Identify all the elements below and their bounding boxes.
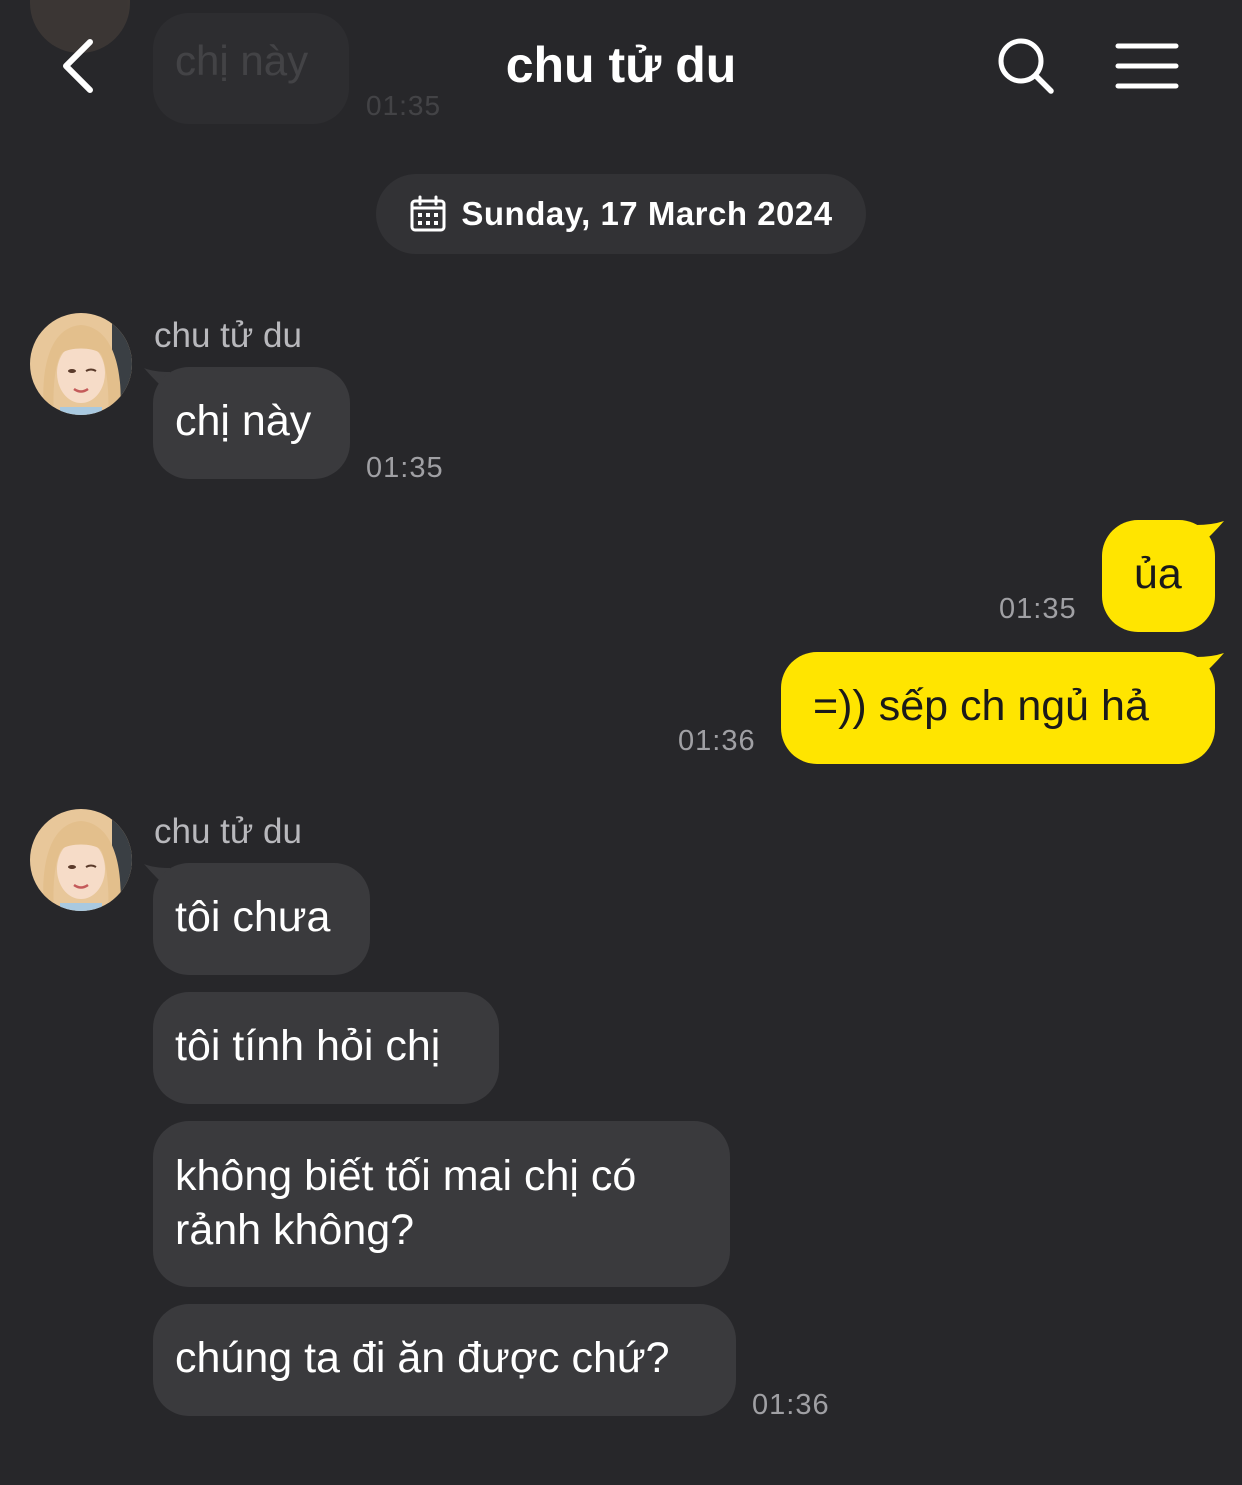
avatar-photo [30, 313, 132, 415]
bubble-tail [1196, 653, 1224, 679]
message-time: 01:36 [752, 1389, 830, 1421]
bubble-tail [1196, 521, 1224, 547]
sender-name: chu tử du [154, 316, 302, 355]
message-text: tôi chưa [175, 893, 331, 941]
avatar[interactable] [30, 313, 132, 415]
message-bubble-incoming[interactable]: tôi chưa [153, 863, 370, 975]
sender-name: chu tử du [154, 812, 302, 851]
chat-header: chu tử du [0, 0, 1242, 140]
search-icon [998, 38, 1054, 94]
message-text: tôi tính hỏi chị [175, 1022, 441, 1070]
menu-button[interactable] [1112, 38, 1182, 94]
message-bubble-incoming[interactable]: chị này [153, 367, 350, 479]
search-button[interactable] [994, 34, 1058, 98]
hamburger-menu-icon [1115, 43, 1179, 89]
avatar[interactable] [30, 809, 132, 911]
message-text: không biết tối mai chị có rảnh không? [175, 1152, 637, 1254]
message-text: ủa [1134, 550, 1182, 598]
message-text: =)) sếp ch ngủ hả [813, 682, 1149, 730]
message-time: 01:35 [366, 452, 444, 484]
message-time: 01:35 [999, 593, 1077, 625]
date-divider: Sunday, 17 March 2024 [376, 174, 866, 254]
date-label: Sunday, 17 March 2024 [461, 195, 833, 232]
message-bubble-incoming[interactable]: tôi tính hỏi chị [153, 992, 499, 1104]
message-bubble-incoming[interactable]: không biết tối mai chị có rảnh không? [153, 1121, 730, 1287]
message-time: 01:36 [678, 725, 756, 757]
message-bubble-incoming[interactable]: chúng ta đi ăn được chứ? [153, 1304, 736, 1416]
message-text: chị này [175, 397, 312, 445]
calendar-icon [410, 195, 446, 232]
message-text: chúng ta đi ăn được chứ? [175, 1334, 670, 1382]
message-bubble-outgoing[interactable]: =)) sếp ch ngủ hả [781, 652, 1215, 764]
avatar-photo [30, 809, 132, 911]
